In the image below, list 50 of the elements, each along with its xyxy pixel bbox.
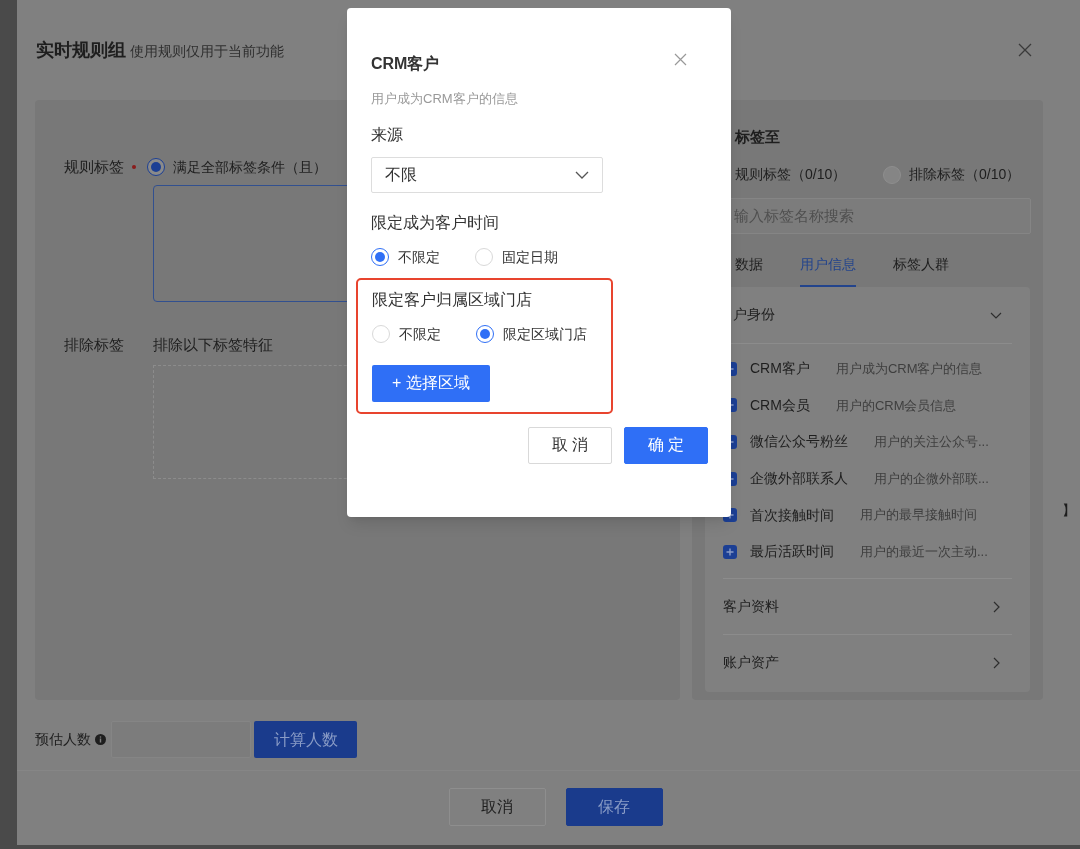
tag-description: 用户的关注公众号... [874,433,989,452]
tag-description: 用户的最早接触时间 [860,506,977,525]
tag-description: 用户的CRM会员信息 [835,396,957,415]
radio-label: 排除标签（0/10） [909,165,1021,184]
modal-title: CRM客户 [371,54,440,74]
radio-label: 限定区域门店 [503,324,587,344]
field-label: 来源 [371,124,404,145]
tag-description: 用户成为CRM客户的信息 [835,360,983,379]
field-label: 规则标签 [64,156,124,177]
tag-name[interactable]: CRM客户 [750,358,810,380]
tab[interactable]: 数据 [735,244,763,287]
section-header[interactable]: 账户资产 [723,652,779,674]
field-label: 限定客户归属区域门店 [372,289,533,310]
cancel-button[interactable]: 取 消 [528,426,612,464]
radio-label: 不限定 [399,324,441,344]
field-hint: 排除以下标签特征 [153,334,273,355]
primary-button[interactable]: 确 定 [624,426,708,464]
calculate-button[interactable]: 计算人数 [254,721,357,758]
radio-label: 固定日期 [502,247,558,267]
dialog-title: 实时规则组 [36,38,126,62]
tag-name[interactable]: 最后活跃时间 [750,541,834,563]
field-label: 预估人数 [35,730,91,749]
section-header[interactable]: 客户资料 [723,596,779,618]
panel-heading: 标签至 [733,127,781,147]
radio-label: 不限定 [398,247,440,267]
radio-label: 规则标签（0/10） [735,165,848,184]
chevron-down-icon[interactable] [575,170,589,179]
select-region-button[interactable]: + 选择区域 [372,364,490,402]
tag-name[interactable]: 首次接触时间 [750,504,834,526]
tag-description: 用户的企微外部联... [874,469,989,488]
tab[interactable]: 标签人群 [893,244,949,287]
primary-button[interactable]: 保存 [565,788,663,826]
close-icon[interactable] [1018,43,1032,57]
select-value: 不限 [385,164,417,185]
modal-subtitle: 用户成为CRM客户的信息 [370,90,519,108]
dialog-subtitle: 使用规则仅用于当前功能 [130,41,284,61]
tag-name[interactable]: CRM会员 [750,394,810,416]
radio-button[interactable] [147,158,165,176]
cancel-button[interactable]: 取消 [448,788,546,826]
field-label: 排除标签 [64,334,125,355]
radio-button[interactable] [371,248,389,266]
tag-name[interactable]: 企微外部联系人 [750,468,848,490]
radio-button[interactable] [476,325,494,343]
tag-name[interactable]: 微信公众号粉丝 [750,431,848,453]
radio-label: 满足全部标签条件（且） [173,157,327,177]
select-field[interactable]: 不限 [371,156,603,193]
close-icon[interactable] [674,53,687,66]
info-icon[interactable] [95,734,106,745]
edge-text: 】 [1062,501,1076,520]
field-label: 限定成为客户时间 [371,212,500,233]
